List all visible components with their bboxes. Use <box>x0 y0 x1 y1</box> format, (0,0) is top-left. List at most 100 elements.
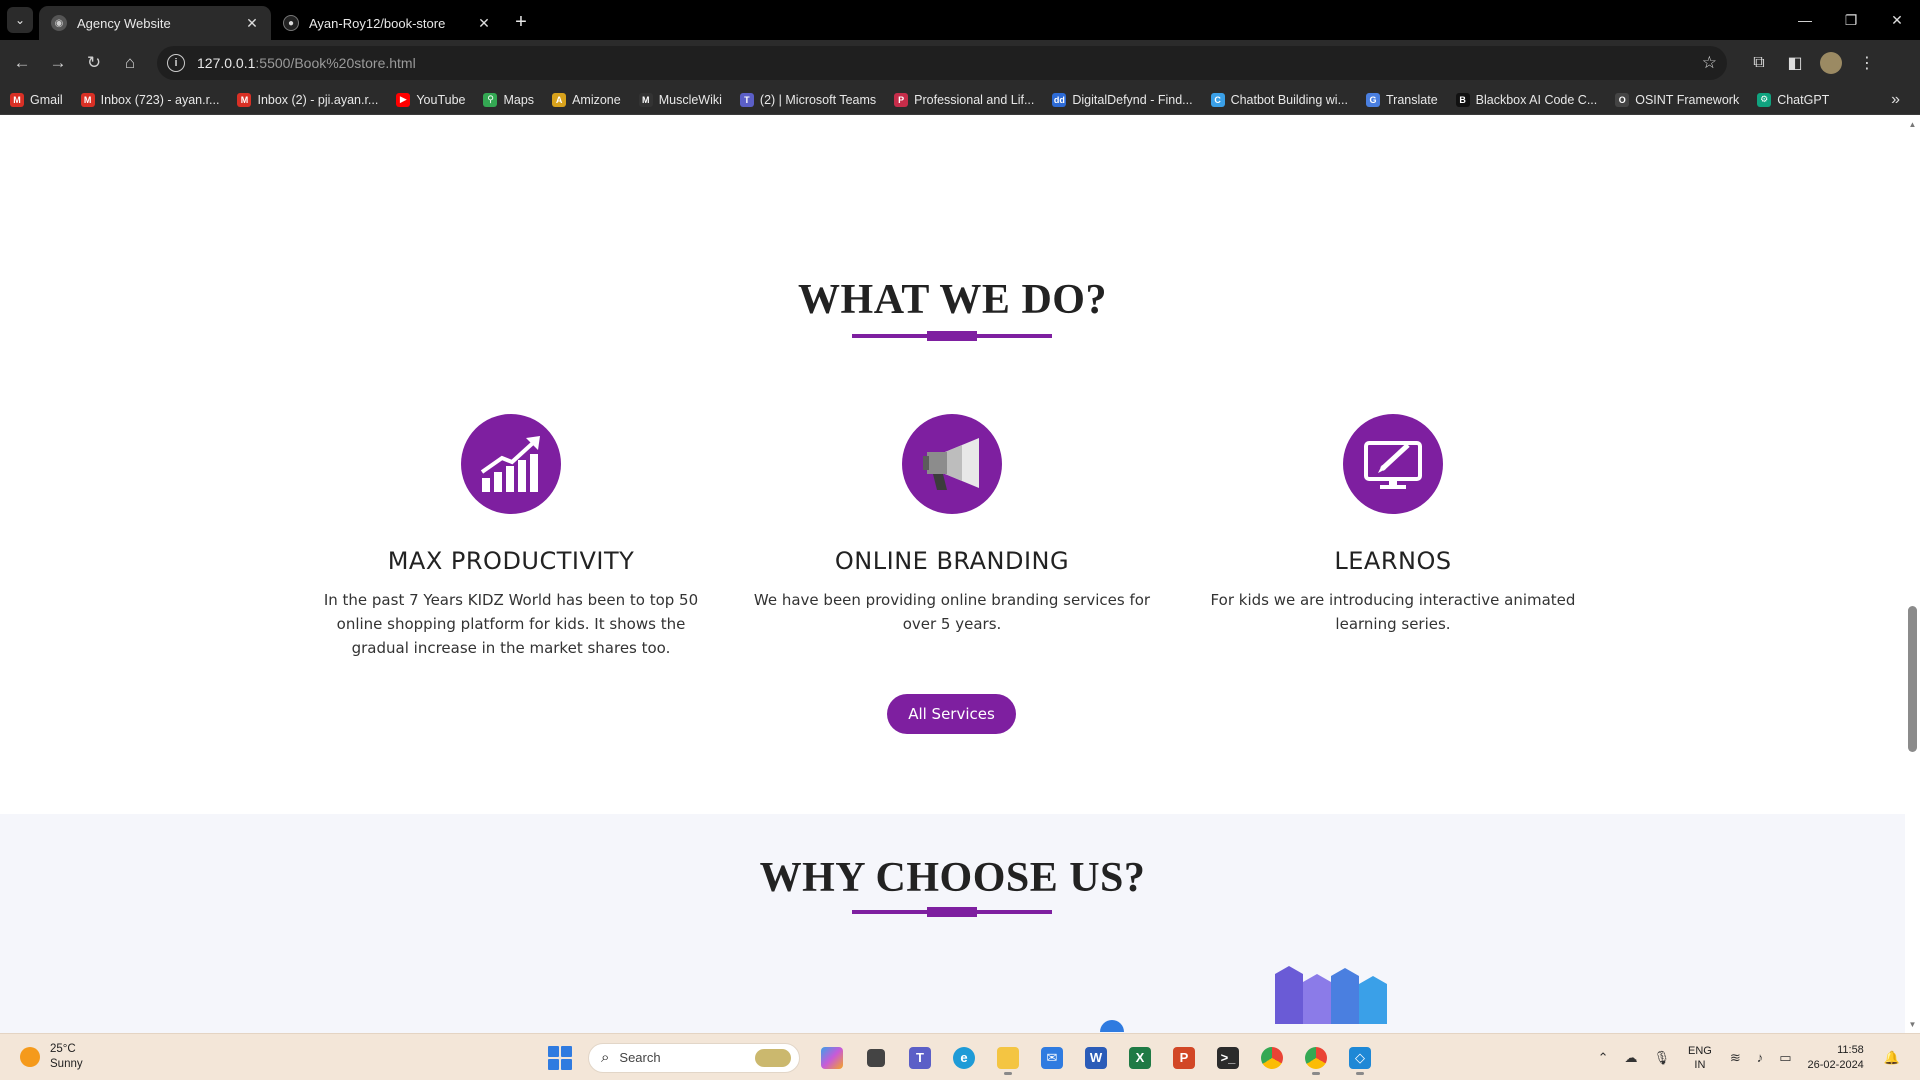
bookmark-label: Amizone <box>572 92 621 107</box>
close-window-icon[interactable]: ✕ <box>1874 0 1920 40</box>
search-highlight-image <box>755 1048 791 1067</box>
all-services-button[interactable]: All Services <box>887 694 1016 734</box>
language-indicator[interactable]: ENG IN <box>1688 1044 1712 1072</box>
close-icon[interactable]: ✕ <box>475 14 493 32</box>
tab-book-store[interactable]: ● Ayan-Roy12/book-store ✕ <box>271 6 503 40</box>
start-button[interactable] <box>548 1045 572 1070</box>
page-viewport: WHAT WE DO? MAX PRODUCTIVITY In the past… <box>0 116 1920 1033</box>
bookmark-item[interactable]: P Professional and Lif... <box>894 92 1034 107</box>
bookmark-label: Chatbot Building wi... <box>1230 92 1348 107</box>
bookmark-label: ChatGPT <box>1777 92 1830 107</box>
mail-icon[interactable]: ✉ <box>1034 1040 1070 1076</box>
scroll-down-icon[interactable]: ▼ <box>1908 1020 1917 1029</box>
bookmark-label: Inbox (723) - ayan.r... <box>100 92 220 107</box>
forward-icon[interactable]: → <box>41 46 75 80</box>
copilot-icon[interactable] <box>814 1040 850 1076</box>
service-card-productivity: MAX PRODUCTIVITY In the past 7 Years KID… <box>306 414 716 660</box>
bookmark-favicon-icon: A <box>552 92 567 107</box>
bookmark-item[interactable]: M MuscleWiki <box>638 92 722 107</box>
onedrive-icon[interactable]: ☁ <box>1624 1050 1637 1066</box>
chrome-profile-icon[interactable] <box>1298 1040 1334 1076</box>
bookmark-item[interactable]: ⚙ ChatGPT <box>1757 92 1830 107</box>
more-menu-icon[interactable]: ⋮ <box>1849 46 1885 80</box>
extensions-icon[interactable]: ⧉ <box>1741 46 1777 80</box>
profile-avatar[interactable] <box>1813 46 1849 80</box>
bookmark-item[interactable]: C Chatbot Building wi... <box>1210 92 1348 107</box>
service-title: ONLINE BRANDING <box>834 547 1070 575</box>
bookmark-item[interactable]: M Inbox (2) - pji.ayan.r... <box>237 92 379 107</box>
vscode-icon[interactable]: ◇ <box>1342 1040 1378 1076</box>
bookmarks-bar: M Gmail M Inbox (723) - ayan.r... M Inbox (2)… <box>0 85 1920 115</box>
windows-taskbar: 25°C Sunny ⌕ Search T e ✉ W X P >_ ◇ ⌃ ☁… <box>0 1033 1920 1080</box>
chrome-icon[interactable] <box>1254 1040 1290 1076</box>
bookmarks-overflow-icon[interactable]: » <box>1891 91 1900 109</box>
bookmark-item[interactable]: M Inbox (723) - ayan.r... <box>80 92 220 107</box>
bookmark-favicon-icon: G <box>1366 92 1380 107</box>
bookmark-star-icon[interactable]: ☆ <box>1702 53 1717 73</box>
reload-icon[interactable]: ↻ <box>77 46 111 80</box>
section-title: WHAT WE DO? <box>798 277 1107 323</box>
excel-icon[interactable]: X <box>1122 1040 1158 1076</box>
bookmark-item[interactable]: ▶ YouTube <box>396 92 466 107</box>
tab-agency-website[interactable]: ◉ Agency Website ✕ <box>39 6 271 40</box>
bookmark-favicon-icon: M <box>237 92 252 107</box>
tab-search-menu-button[interactable]: ⌄ <box>7 7 33 33</box>
bookmark-label: Translate <box>1386 92 1438 107</box>
bookmark-label: Inbox (2) - pji.ayan.r... <box>257 92 379 107</box>
globe-icon: ◉ <box>51 15 67 31</box>
search-icon: ⌕ <box>601 1049 610 1066</box>
service-card-branding: ONLINE BRANDING We have been providing o… <box>747 414 1157 636</box>
back-icon[interactable]: ← <box>5 46 39 80</box>
volume-icon[interactable]: ♪ <box>1757 1050 1764 1065</box>
bookmark-item[interactable]: dd DigitalDefynd - Find... <box>1052 92 1193 107</box>
decorative-shape <box>1100 1020 1124 1032</box>
github-icon: ● <box>283 15 299 31</box>
restore-icon[interactable]: ❐ <box>1828 0 1874 40</box>
bookmark-item[interactable]: A Amizone <box>552 92 621 107</box>
file-explorer-icon[interactable] <box>990 1040 1026 1076</box>
side-panel-icon[interactable]: ◧ <box>1777 46 1813 80</box>
notification-bell-icon[interactable]: 🔔 <box>1884 1050 1900 1066</box>
bookmark-item[interactable]: O OSINT Framework <box>1615 92 1739 107</box>
chevron-up-icon[interactable]: ⌃ <box>1598 1050 1609 1066</box>
site-info-icon[interactable]: i <box>167 53 185 72</box>
bookmark-item[interactable]: B Blackbox AI Code C... <box>1455 92 1597 107</box>
bookmark-favicon-icon: M <box>80 92 95 107</box>
scroll-up-icon[interactable]: ▲ <box>1908 120 1917 129</box>
service-title: LEARNOS <box>1334 547 1452 575</box>
bookmark-item[interactable]: ⚲ Maps <box>483 92 534 107</box>
tab-title: Ayan-Roy12/book-store <box>309 15 446 31</box>
microphone-icon[interactable]: 🎙 <box>1653 1050 1670 1066</box>
close-icon[interactable]: ✕ <box>243 14 261 32</box>
system-clock[interactable]: 11:58 26-02-2024 <box>1808 1043 1864 1073</box>
task-view-icon[interactable] <box>858 1040 894 1076</box>
bookmark-item[interactable]: G Translate <box>1366 92 1438 107</box>
bookmark-favicon-icon: dd <box>1052 92 1067 107</box>
bookmark-item[interactable]: M Gmail <box>10 92 63 107</box>
terminal-icon[interactable]: >_ <box>1210 1040 1246 1076</box>
battery-icon[interactable]: ▭ <box>1779 1050 1791 1066</box>
weather-widget[interactable]: 25°C Sunny <box>20 1042 83 1072</box>
wifi-icon[interactable]: ≋ <box>1730 1050 1741 1066</box>
page-scrollbar[interactable]: ▲ ▼ <box>1905 116 1920 1033</box>
powerpoint-icon[interactable]: P <box>1166 1040 1202 1076</box>
taskbar-search[interactable]: ⌕ Search <box>588 1042 800 1073</box>
bookmark-favicon-icon: T <box>739 92 754 107</box>
teams-icon[interactable]: T <box>902 1040 938 1076</box>
bookmark-favicon-icon: ⚙ <box>1757 92 1772 107</box>
address-bar[interactable]: i 127.0.0.1:5500/Book%20store.html ☆ <box>157 45 1727 80</box>
bookmark-item[interactable]: T (2) | Microsoft Teams <box>739 92 876 107</box>
bookmark-label: YouTube <box>416 92 466 107</box>
weather-condition: Sunny <box>50 1058 83 1070</box>
home-icon[interactable]: ⌂ <box>113 46 147 80</box>
new-tab-button[interactable]: + <box>507 8 535 36</box>
tab-strip: ⌄ ◉ Agency Website ✕ ● Ayan-Roy12/book-s… <box>0 0 1920 40</box>
scrollbar-thumb[interactable] <box>1908 606 1917 752</box>
bookmark-label: DigitalDefynd - Find... <box>1072 92 1193 107</box>
word-icon[interactable]: W <box>1078 1040 1114 1076</box>
edge-icon[interactable]: e <box>946 1040 982 1076</box>
chart-growth-icon <box>461 414 561 514</box>
minimize-icon[interactable]: — <box>1782 0 1828 40</box>
bookmark-favicon-icon: P <box>894 92 909 107</box>
tab-title: Agency Website <box>77 15 171 31</box>
